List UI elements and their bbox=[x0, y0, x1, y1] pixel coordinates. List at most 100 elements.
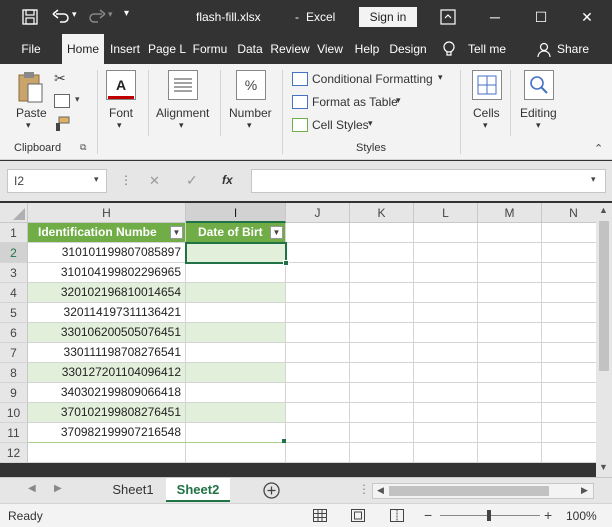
row-header[interactable]: 9 bbox=[0, 383, 28, 403]
empty-cells[interactable] bbox=[286, 223, 596, 463]
column-header-i[interactable]: I bbox=[186, 203, 286, 223]
tab-data[interactable]: Data bbox=[233, 34, 267, 64]
table-cell-id[interactable]: 330111198708276541 bbox=[28, 343, 186, 363]
customize-toolbar-icon[interactable]: ▾ bbox=[124, 8, 129, 19]
tab-home[interactable]: Home bbox=[62, 34, 104, 64]
table-cell-dob[interactable] bbox=[186, 283, 286, 303]
paste-label[interactable]: Paste bbox=[16, 106, 47, 120]
format-painter-icon[interactable] bbox=[54, 116, 70, 132]
row-header[interactable]: 10 bbox=[0, 403, 28, 423]
row-header[interactable]: 4 bbox=[0, 283, 28, 303]
table-cell-id[interactable]: 340302199809066418 bbox=[28, 383, 186, 403]
redo-icon[interactable] bbox=[88, 9, 106, 25]
tab-page-layout[interactable]: Page L bbox=[146, 34, 188, 64]
collapse-ribbon-icon[interactable]: ⌃ bbox=[594, 142, 603, 155]
formula-input[interactable]: ▾ bbox=[251, 169, 606, 193]
table-cell-id[interactable]: 310104199802296965 bbox=[28, 263, 186, 283]
cell-styles-dropdown-icon[interactable]: ▾ bbox=[368, 118, 373, 129]
table-cell-dob[interactable] bbox=[186, 323, 286, 343]
sheet-tab-sheet1[interactable]: Sheet1 bbox=[102, 478, 164, 502]
table-cell-dob[interactable] bbox=[186, 343, 286, 363]
scroll-right-icon[interactable]: ▶ bbox=[581, 485, 588, 496]
column-header-m[interactable]: M bbox=[478, 203, 542, 223]
tab-help[interactable]: Help bbox=[350, 34, 384, 64]
scroll-thumb[interactable] bbox=[599, 221, 609, 371]
table-cell-id[interactable]: 320102196810014654 bbox=[28, 283, 186, 303]
row-header[interactable]: 12 bbox=[0, 443, 28, 463]
normal-view-icon[interactable] bbox=[313, 509, 327, 522]
table-cell-id[interactable]: 370102199808276451 bbox=[28, 403, 186, 423]
number-dropdown-icon[interactable]: ▾ bbox=[247, 120, 252, 131]
save-icon[interactable] bbox=[22, 9, 38, 25]
minimize-icon[interactable]: ─ bbox=[484, 6, 506, 28]
new-sheet-icon[interactable] bbox=[263, 482, 280, 499]
row-header[interactable]: 8 bbox=[0, 363, 28, 383]
copy-icon[interactable] bbox=[54, 94, 70, 108]
sign-in-button[interactable]: Sign in bbox=[359, 7, 417, 27]
font-dropdown-icon[interactable]: ▾ bbox=[117, 120, 122, 131]
table-cell-dob[interactable] bbox=[186, 383, 286, 403]
alignment-icon[interactable] bbox=[168, 70, 198, 100]
tab-insert[interactable]: Insert bbox=[107, 34, 143, 64]
active-cell[interactable] bbox=[185, 242, 287, 264]
table-cell-dob[interactable] bbox=[186, 423, 286, 443]
clipboard-launcher-icon[interactable]: ⧉ bbox=[80, 142, 86, 153]
editing-group-button[interactable]: Editing bbox=[520, 106, 557, 120]
cells-dropdown-icon[interactable]: ▾ bbox=[483, 120, 488, 131]
tab-review[interactable]: Review bbox=[269, 34, 311, 64]
insert-function-icon[interactable]: fx bbox=[222, 173, 233, 187]
cell-styles-button[interactable]: Cell Styles bbox=[312, 118, 369, 132]
cut-icon[interactable]: ✂ bbox=[54, 70, 66, 87]
table-cell-id[interactable]: 330106200505076451 bbox=[28, 323, 186, 343]
close-icon[interactable]: ✕ bbox=[576, 6, 598, 28]
cells-group-button[interactable]: Cells bbox=[473, 106, 500, 120]
row-header-selected[interactable]: 2 bbox=[0, 243, 28, 263]
sheet-tab-sheet2[interactable]: Sheet2 bbox=[166, 478, 230, 502]
expand-formula-icon[interactable]: ▾ bbox=[591, 174, 596, 185]
page-break-view-icon[interactable] bbox=[390, 509, 404, 522]
alignment-dropdown-icon[interactable]: ▾ bbox=[179, 120, 184, 131]
table-cell-dob[interactable] bbox=[186, 403, 286, 423]
number-group-button[interactable]: Number bbox=[229, 106, 272, 120]
column-header-j[interactable]: J bbox=[286, 203, 350, 223]
table-header-id[interactable]: Identification Numbe bbox=[28, 223, 186, 243]
zoom-out-icon[interactable]: − bbox=[424, 507, 432, 523]
column-header-k[interactable]: K bbox=[350, 203, 414, 223]
conditional-formatting-button[interactable]: Conditional Formatting bbox=[312, 72, 433, 86]
table-cell-id[interactable]: 310101199807085897 bbox=[28, 243, 186, 263]
conditional-dropdown-icon[interactable]: ▾ bbox=[438, 72, 443, 83]
undo-icon[interactable] bbox=[52, 9, 70, 25]
font-group-button[interactable]: Font bbox=[109, 106, 133, 120]
zoom-slider-thumb[interactable] bbox=[487, 510, 491, 521]
vertical-scrollbar[interactable]: ▲ ▼ bbox=[596, 203, 612, 479]
row-header[interactable]: 11 bbox=[0, 423, 28, 443]
table-cell-dob[interactable] bbox=[186, 303, 286, 323]
select-all-corner[interactable] bbox=[0, 203, 28, 223]
prev-sheet-icon[interactable]: ◀ bbox=[28, 483, 36, 494]
zoom-in-icon[interactable]: + bbox=[544, 507, 552, 523]
filter-dropdown-icon[interactable]: ▼ bbox=[270, 226, 283, 239]
scroll-left-icon[interactable]: ◀ bbox=[377, 485, 384, 496]
table-cell-dob[interactable] bbox=[186, 263, 286, 283]
column-header-h[interactable]: H bbox=[28, 203, 186, 223]
paste-icon[interactable] bbox=[16, 70, 46, 106]
empty-cells[interactable] bbox=[28, 443, 286, 463]
table-cell-dob[interactable] bbox=[186, 363, 286, 383]
row-header[interactable]: 1 bbox=[0, 223, 28, 243]
alignment-group-button[interactable]: Alignment bbox=[156, 106, 209, 120]
column-header-n[interactable]: N bbox=[542, 203, 596, 223]
tab-design[interactable]: Design bbox=[386, 34, 430, 64]
fill-handle[interactable] bbox=[283, 260, 289, 266]
worksheet-grid[interactable]: H I J K L M N 1 2 3 4 5 6 7 8 9 10 11 12… bbox=[0, 203, 596, 463]
copy-dropdown-icon[interactable]: ▾ bbox=[75, 94, 80, 105]
scroll-down-icon[interactable]: ▼ bbox=[599, 462, 608, 472]
table-cell-id[interactable]: 320114197311136421 bbox=[28, 303, 186, 323]
format-table-dropdown-icon[interactable]: ▾ bbox=[396, 95, 401, 106]
share-button[interactable]: Share bbox=[554, 34, 592, 64]
table-cell-id[interactable]: 330127201104096412 bbox=[28, 363, 186, 383]
tab-file[interactable]: File bbox=[10, 34, 52, 64]
ribbon-display-options-icon[interactable] bbox=[440, 9, 456, 25]
cells-icon[interactable] bbox=[472, 70, 502, 100]
maximize-icon[interactable]: ☐ bbox=[530, 6, 552, 28]
row-header[interactable]: 7 bbox=[0, 343, 28, 363]
